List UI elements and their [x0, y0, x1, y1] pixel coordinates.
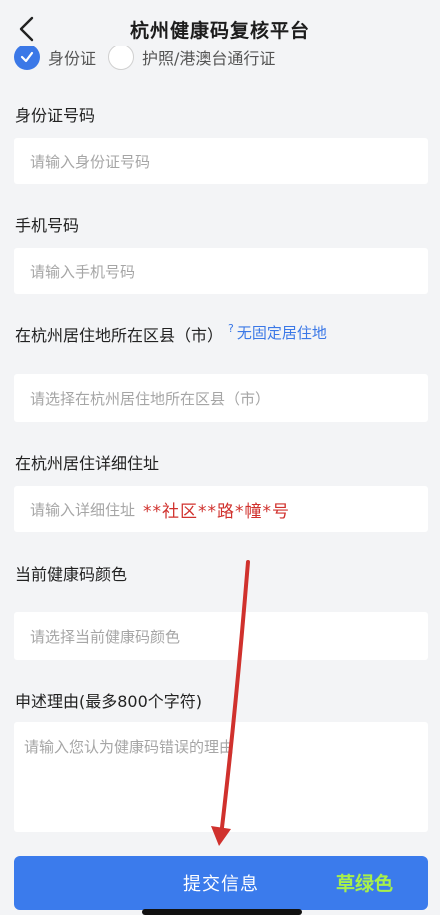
- arrow-head: [211, 826, 231, 846]
- red-arrow-annotation: [211, 560, 250, 846]
- home-indicator: [142, 909, 302, 915]
- arrow-line: [219, 560, 250, 838]
